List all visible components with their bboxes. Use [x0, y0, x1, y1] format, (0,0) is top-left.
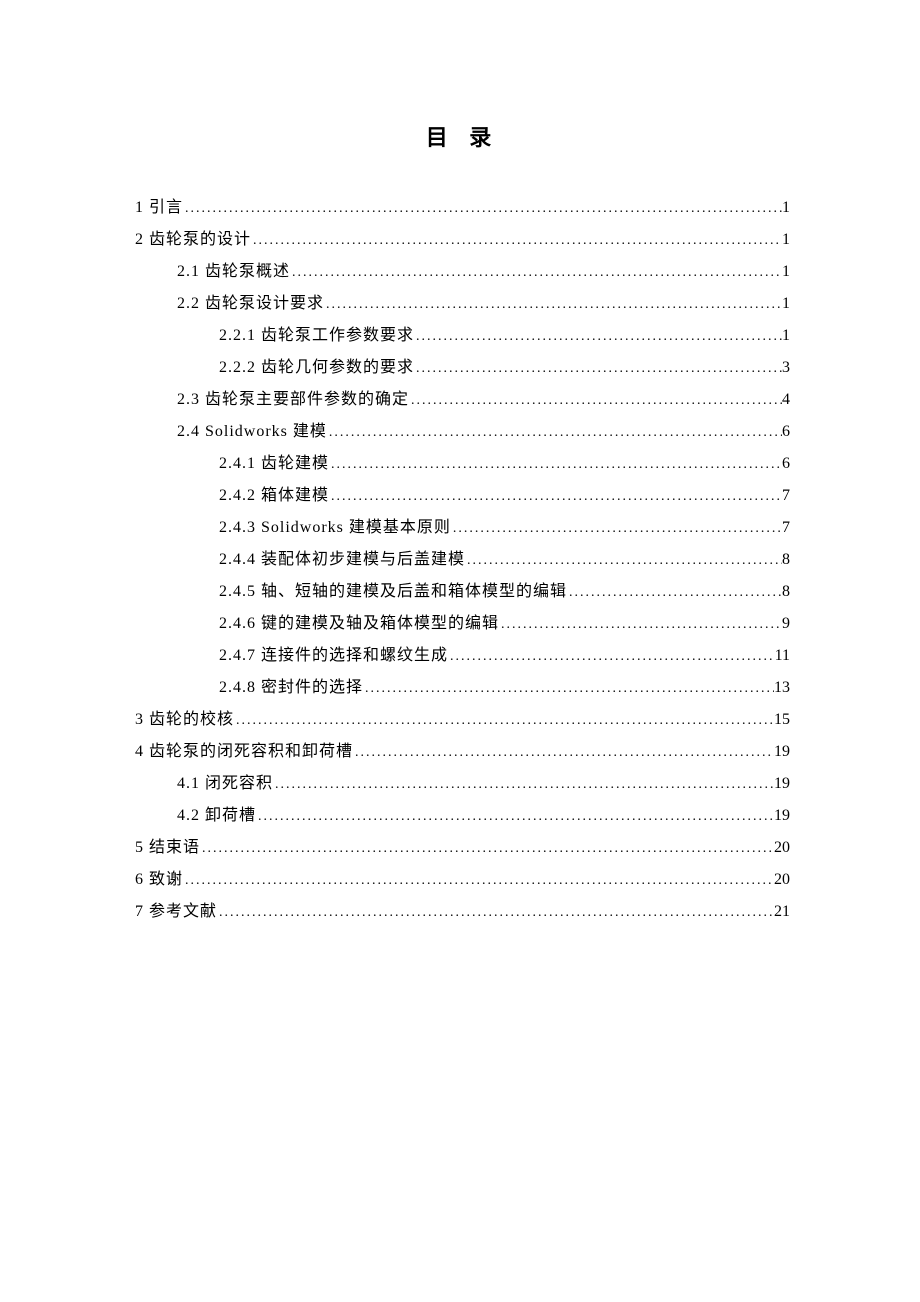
toc-leader-dots: [327, 419, 782, 447]
toc-entry-page: 1: [782, 320, 790, 352]
toc-entry: 2.1 齿轮泵概述 1: [135, 256, 790, 288]
toc-entry-label: 3 齿轮的校核: [135, 704, 234, 736]
toc-entry-page: 11: [775, 640, 790, 672]
toc-leader-dots: [290, 259, 782, 287]
toc-leader-dots: [273, 771, 774, 799]
toc-entry-label: 2.4.5 轴、短轴的建模及后盖和箱体模型的编辑: [219, 576, 567, 608]
toc-entry-page: 4: [782, 384, 790, 416]
toc-entry-page: 21: [774, 896, 790, 928]
toc-entry-page: 7: [782, 480, 790, 512]
toc-leader-dots: [409, 387, 782, 415]
toc-leader-dots: [363, 675, 774, 703]
toc-entry: 7 参考文献 21: [135, 896, 790, 928]
toc-entry-label: 2 齿轮泵的设计: [135, 224, 251, 256]
toc-entry-label: 2.4.4 装配体初步建模与后盖建模: [219, 544, 465, 576]
toc-leader-dots: [234, 707, 774, 735]
toc-leader-dots: [414, 323, 782, 351]
toc-entry: 2.4.5 轴、短轴的建模及后盖和箱体模型的编辑 8: [135, 576, 790, 608]
toc-entry: 4.2 卸荷槽 19: [135, 800, 790, 832]
toc-entry-label: 2.2.1 齿轮泵工作参数要求: [219, 320, 414, 352]
toc-entry-label: 5 结束语: [135, 832, 200, 864]
toc-entry: 2.4.4 装配体初步建模与后盖建模 8: [135, 544, 790, 576]
toc-entry-page: 13: [774, 672, 790, 704]
toc-entry-label: 4.1 闭死容积: [177, 768, 273, 800]
toc-entry-page: 9: [782, 608, 790, 640]
toc-entry: 2 齿轮泵的设计 1: [135, 224, 790, 256]
toc-leader-dots: [329, 483, 782, 511]
toc-leader-dots: [499, 611, 782, 639]
toc-leader-dots: [414, 355, 782, 383]
toc-entry: 5 结束语 20: [135, 832, 790, 864]
toc-entry-page: 3: [782, 352, 790, 384]
toc-leader-dots: [353, 739, 774, 767]
toc-entry-page: 6: [782, 416, 790, 448]
toc-entry-page: 15: [774, 704, 790, 736]
toc-entry-label: 2.4.6 键的建模及轴及箱体模型的编辑: [219, 608, 499, 640]
toc-leader-dots: [217, 899, 774, 927]
toc-title: 目 录: [135, 120, 790, 152]
toc-leader-dots: [183, 195, 782, 223]
toc-entry-label: 4.2 卸荷槽: [177, 800, 256, 832]
toc-entry: 2.2 齿轮泵设计要求 1: [135, 288, 790, 320]
toc-entry-page: 19: [774, 768, 790, 800]
toc-entry: 2.3 齿轮泵主要部件参数的确定 4: [135, 384, 790, 416]
toc-entry: 2.2.1 齿轮泵工作参数要求 1: [135, 320, 790, 352]
toc-entry-label: 2.2 齿轮泵设计要求: [177, 288, 324, 320]
toc-entry-page: 20: [774, 864, 790, 896]
toc-entry-label: 7 参考文献: [135, 896, 217, 928]
toc-entry-label: 2.4.3 Solidworks 建模基本原则: [219, 512, 451, 544]
toc-entry-label: 2.3 齿轮泵主要部件参数的确定: [177, 384, 409, 416]
toc-entry-label: 6 致谢: [135, 864, 183, 896]
toc-leader-dots: [451, 515, 782, 543]
toc-entry-label: 1 引言: [135, 192, 183, 224]
toc-entry: 4.1 闭死容积 19: [135, 768, 790, 800]
toc-leader-dots: [448, 643, 775, 671]
toc-entry-label: 2.4.8 密封件的选择: [219, 672, 363, 704]
toc-entry-page: 1: [782, 192, 790, 224]
toc-entry: 2.4.2 箱体建模 7: [135, 480, 790, 512]
toc-entry-page: 8: [782, 544, 790, 576]
toc-entry-page: 20: [774, 832, 790, 864]
toc-entry: 2.2.2 齿轮几何参数的要求 3: [135, 352, 790, 384]
toc-entry-page: 19: [774, 800, 790, 832]
toc-leader-dots: [251, 227, 782, 255]
toc-leader-dots: [256, 803, 774, 831]
toc-entry: 2.4.1 齿轮建模 6: [135, 448, 790, 480]
toc-leader-dots: [567, 579, 782, 607]
toc-entry-label: 2.1 齿轮泵概述: [177, 256, 290, 288]
toc-entry: 6 致谢 20: [135, 864, 790, 896]
toc-entry-label: 2.4 Solidworks 建模: [177, 416, 327, 448]
toc-entry-page: 1: [782, 288, 790, 320]
toc-entry-label: 2.2.2 齿轮几何参数的要求: [219, 352, 414, 384]
toc-entry: 2.4.8 密封件的选择 13: [135, 672, 790, 704]
toc-entry: 2.4.7 连接件的选择和螺纹生成 11: [135, 640, 790, 672]
toc-entry-page: 19: [774, 736, 790, 768]
toc-entry-label: 2.4.2 箱体建模: [219, 480, 329, 512]
toc-leader-dots: [200, 835, 774, 863]
toc-entry-label: 2.4.7 连接件的选择和螺纹生成: [219, 640, 448, 672]
toc-leader-dots: [183, 867, 774, 895]
toc-entry: 2.4 Solidworks 建模 6: [135, 416, 790, 448]
toc-leader-dots: [324, 291, 782, 319]
toc-leader-dots: [329, 451, 782, 479]
toc-entry-label: 2.4.1 齿轮建模: [219, 448, 329, 480]
toc-entry: 4 齿轮泵的闭死容积和卸荷槽 19: [135, 736, 790, 768]
toc-entry: 2.4.6 键的建模及轴及箱体模型的编辑 9: [135, 608, 790, 640]
toc-entry-page: 6: [782, 448, 790, 480]
toc-entry-page: 7: [782, 512, 790, 544]
toc-entry: 3 齿轮的校核 15: [135, 704, 790, 736]
toc-entry-page: 1: [782, 224, 790, 256]
toc-entry: 2.4.3 Solidworks 建模基本原则 7: [135, 512, 790, 544]
toc-entry: 1 引言 1: [135, 192, 790, 224]
toc-entry-page: 1: [782, 256, 790, 288]
toc-entry-label: 4 齿轮泵的闭死容积和卸荷槽: [135, 736, 353, 768]
toc-leader-dots: [465, 547, 782, 575]
toc-entry-page: 8: [782, 576, 790, 608]
toc-list: 1 引言12 齿轮泵的设计12.1 齿轮泵概述12.2 齿轮泵设计要求12.2.…: [135, 192, 790, 928]
